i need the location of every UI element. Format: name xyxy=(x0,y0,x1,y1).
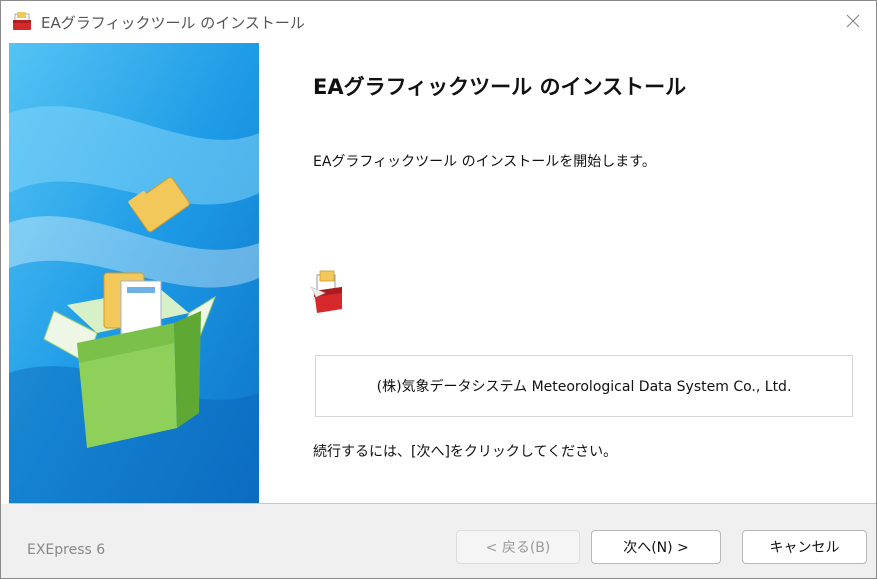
company-info-box: (株)気象データシステム Meteorological Data System … xyxy=(315,355,853,417)
installer-box-icon xyxy=(310,267,345,315)
cancel-button[interactable]: キャンセル xyxy=(742,530,867,564)
page-title: EAグラフィックツール のインストール xyxy=(313,75,687,99)
side-banner xyxy=(9,43,259,503)
close-icon xyxy=(846,14,860,28)
open-box-illustration-icon xyxy=(9,43,259,503)
installer-brand: EXEpress 6 xyxy=(27,542,106,558)
title-bar[interactable]: EAグラフィックツール のインストール xyxy=(1,1,876,41)
intro-text: EAグラフィックツール のインストールを開始します。 xyxy=(313,154,656,170)
footer: EXEpress 6 < 戻る(B) 次へ(N) > キャンセル xyxy=(1,504,876,578)
next-button[interactable]: 次へ(N) > xyxy=(591,530,721,564)
window-title: EAグラフィックツール のインストール xyxy=(41,14,305,32)
installer-box-icon xyxy=(11,11,33,31)
company-name: (株)気象データシステム Meteorological Data System … xyxy=(376,379,792,395)
back-button[interactable]: < 戻る(B) xyxy=(456,530,580,564)
continue-instruction: 続行するには、[次へ]をクリックしてください。 xyxy=(313,444,618,460)
welcome-content: EAグラフィックツール のインストール EAグラフィックツール のインストールを… xyxy=(259,43,876,503)
installer-window: EAグラフィックツール のインストール EAグラフィックツール のインストール … xyxy=(0,0,877,579)
close-button[interactable] xyxy=(830,1,876,41)
